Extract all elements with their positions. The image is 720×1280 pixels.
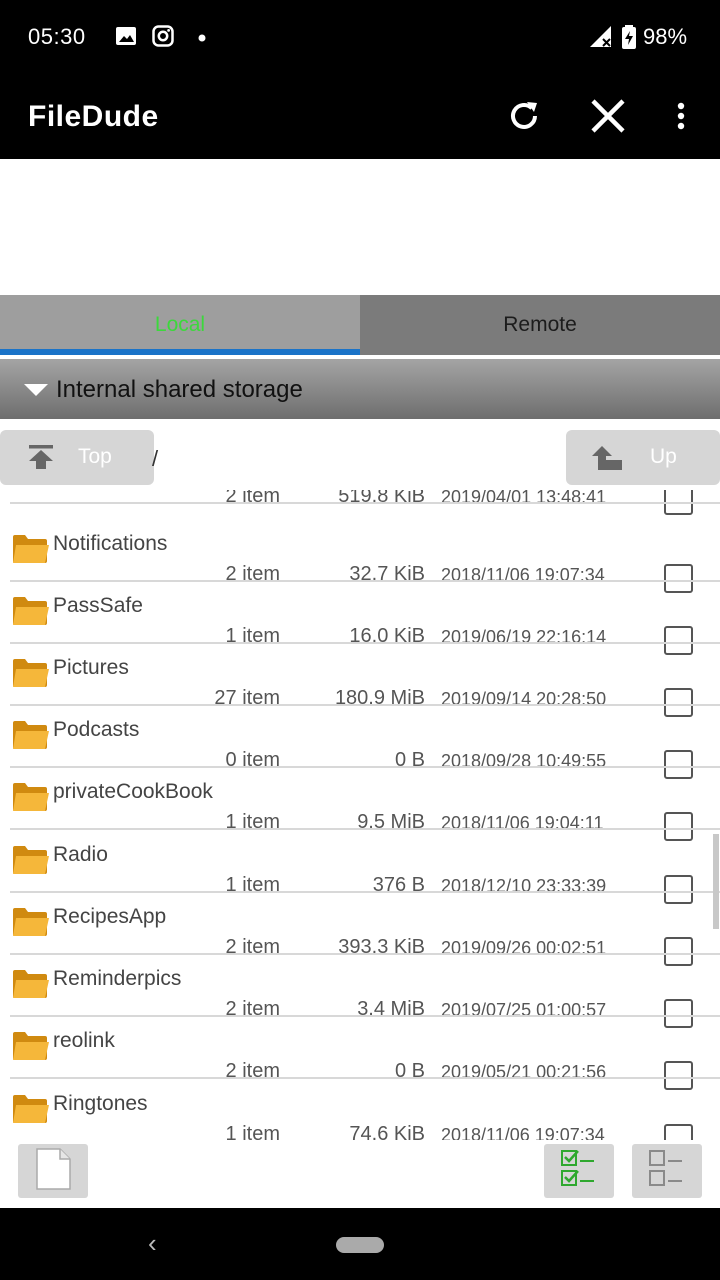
signal-icon — [588, 24, 614, 50]
item-name: Podcasts — [53, 718, 140, 741]
close-icon — [588, 96, 628, 141]
active-tab-indicator — [0, 349, 360, 355]
up-button-label: Up — [650, 445, 677, 468]
triangle-down-icon — [24, 384, 48, 396]
more-vert-icon — [676, 101, 686, 136]
notification-dot-icon — [196, 31, 208, 43]
item-name: Notifications — [53, 532, 168, 555]
top-button-label: Top — [78, 445, 112, 468]
storage-selector[interactable]: Internal shared storage — [0, 359, 720, 419]
deselect-all-icon — [646, 1147, 688, 1196]
list-item[interactable]: PassSafe 1 item 16.0 KiB 2019/06/19 22:1… — [0, 582, 720, 655]
status-bar: 05:30 98% — [0, 0, 720, 76]
refresh-icon — [505, 97, 543, 140]
app-bar: FileDude — [0, 76, 720, 159]
home-pill-icon[interactable] — [336, 1237, 384, 1253]
tab-local[interactable]: Local — [0, 295, 360, 355]
image-icon — [114, 24, 140, 50]
current-path: / — [152, 446, 159, 471]
tab-local-label: Local — [154, 313, 206, 336]
item-size: 519.8 KiB — [338, 490, 425, 507]
item-name: reolink — [53, 1029, 115, 1052]
item-checkbox[interactable] — [664, 1124, 693, 1140]
folder-icon — [12, 781, 50, 813]
folder-icon — [12, 533, 50, 565]
list-item[interactable]: Pictures 27 item 180.9 MiB 2019/09/14 20… — [0, 644, 720, 717]
new-file-icon — [32, 1147, 74, 1196]
select-all-button[interactable] — [544, 1144, 614, 1198]
folder-icon — [12, 657, 50, 689]
refresh-button[interactable] — [498, 92, 550, 144]
item-name: Reminderpics — [53, 967, 182, 990]
scrollbar[interactable] — [713, 834, 719, 929]
folder-icon — [12, 906, 50, 938]
battery-charging-icon — [620, 24, 638, 50]
list-item[interactable]: Radio 1 item 376 B 2018/12/10 23:33:39 — [0, 831, 720, 904]
list-item[interactable]: RecipesApp 2 item 393.3 KiB 2019/09/26 0… — [0, 893, 720, 966]
tab-bar: Local Remote — [0, 295, 720, 355]
arrow-to-top-icon — [27, 444, 55, 476]
item-count: 2 item — [225, 490, 280, 507]
item-name: Radio — [53, 843, 108, 866]
item-name: Ringtones — [53, 1092, 148, 1115]
item-date: 2019/04/01 13:48:41 — [441, 490, 607, 507]
folder-icon — [12, 595, 50, 627]
item-name: RecipesApp — [53, 905, 167, 928]
row-divider — [10, 502, 720, 504]
list-item[interactable]: reolink 2 item 0 B 2019/05/21 00:21:56 — [0, 1017, 720, 1090]
list-item[interactable]: Notifications 2 item 32.7 KiB 2018/11/06… — [0, 520, 720, 593]
tab-remote[interactable]: Remote — [360, 295, 720, 355]
select-all-icon — [558, 1147, 600, 1196]
item-size: 74.6 KiB — [349, 1123, 425, 1140]
instagram-icon — [151, 24, 177, 50]
folder-icon — [12, 968, 50, 1000]
new-file-button[interactable] — [18, 1144, 88, 1198]
ad-space — [0, 159, 720, 295]
overflow-menu-button[interactable] — [655, 92, 707, 144]
file-list[interactable]: 2 item 519.8 KiB 2019/04/01 13:48:41 Not… — [0, 490, 720, 1140]
folder-icon — [12, 1030, 50, 1062]
bottom-action-bar — [0, 1140, 720, 1208]
folder-icon — [12, 844, 50, 876]
item-name: privateCookBook — [53, 780, 213, 803]
list-item[interactable]: Ringtones 1 item 74.6 KiB 2018/11/06 19:… — [0, 1080, 720, 1140]
status-time: 05:30 — [28, 24, 86, 49]
item-count: 1 item — [225, 1123, 280, 1140]
folder-icon — [12, 719, 50, 751]
item-date: 2018/11/06 19:07:34 — [441, 1125, 605, 1140]
item-name: Pictures — [53, 656, 129, 679]
up-arrow-icon — [592, 444, 624, 478]
list-item[interactable]: Reminderpics 2 item 3.4 MiB 2019/07/25 0… — [0, 955, 720, 1028]
system-nav-bar: ‹ — [0, 1208, 720, 1280]
battery-percent: 98% — [643, 24, 688, 49]
storage-label: Internal shared storage — [56, 376, 303, 403]
folder-icon — [12, 1093, 50, 1125]
row-divider — [10, 828, 720, 830]
up-button[interactable]: Up — [566, 430, 720, 485]
back-icon[interactable]: ‹ — [148, 1228, 157, 1259]
close-button[interactable] — [582, 92, 634, 144]
app-title: FileDude — [28, 100, 159, 133]
list-item[interactable]: privateCookBook 1 item 9.5 MiB 2018/11/0… — [0, 768, 720, 841]
path-row: Top / Up — [0, 424, 720, 488]
deselect-all-button[interactable] — [632, 1144, 702, 1198]
list-item[interactable]: 2 item 519.8 KiB 2019/04/01 13:48:41 — [0, 490, 720, 515]
item-name: PassSafe — [53, 594, 143, 617]
top-button[interactable]: Top — [0, 430, 154, 485]
row-divider — [10, 1077, 720, 1079]
tab-remote-label: Remote — [503, 313, 577, 336]
list-item[interactable]: Podcasts 0 item 0 B 2018/09/28 10:49:55 — [0, 706, 720, 779]
